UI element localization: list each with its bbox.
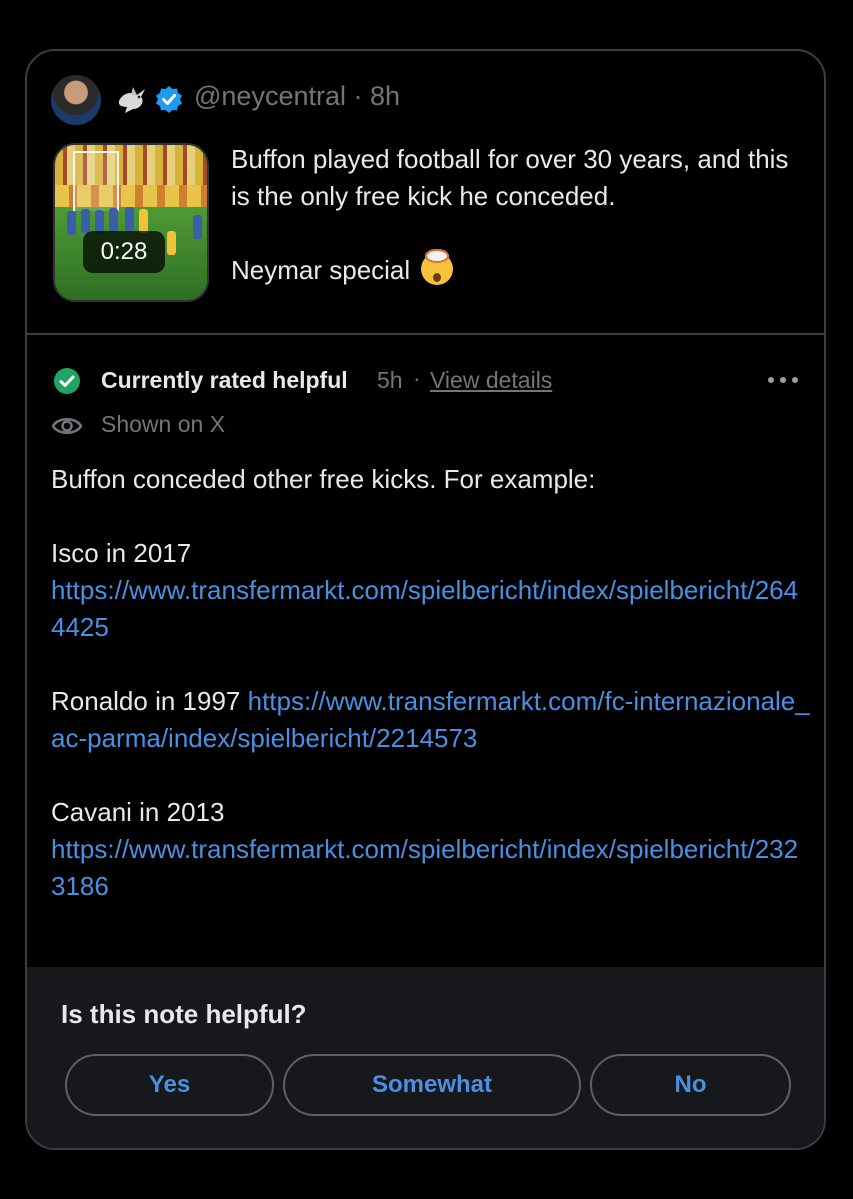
post-text: Buffon played football for over 30 years… (231, 141, 801, 289)
thumb-player (67, 211, 76, 235)
note-example: Ronaldo in 1997 https://www.transfermark… (51, 683, 811, 757)
post-meta: @neycentral · 8h (194, 81, 400, 112)
exploding-head-emoji-icon (421, 249, 454, 285)
yes-button[interactable]: Yes (65, 1054, 274, 1116)
post-time: 8h (370, 81, 401, 111)
example-link[interactable]: https://www.transfermarkt.com/spielberic… (51, 834, 798, 901)
quoted-post[interactable]: @neycentral · 8h 0:28 Buffon played foot… (27, 51, 824, 335)
somewhat-button[interactable]: Somewhat (283, 1054, 581, 1116)
thumb-goal (73, 151, 119, 211)
note-example: Isco in 2017 https://www.transfermarkt.c… (51, 535, 811, 646)
check-circle-icon (54, 368, 80, 394)
note-card: @neycentral · 8h 0:28 Buffon played foot… (25, 49, 826, 1150)
thumb-player (81, 209, 90, 233)
video-duration: 0:28 (83, 231, 165, 273)
view-details-link[interactable]: View details (430, 367, 552, 394)
post-text-line: Neymar special (231, 249, 801, 289)
shown-on-label: Shown on X (101, 411, 226, 437)
thumb-player (125, 207, 134, 231)
helpfulness-prompt: Is this note helpful? Yes Somewhat No (27, 967, 824, 1148)
dove-icon (118, 87, 145, 113)
verified-badge-icon (156, 86, 182, 113)
community-note: Currently rated helpful 5h · View detail… (27, 335, 824, 967)
thumb-player (139, 209, 148, 233)
post-text-line: Buffon played football for over 30 years… (231, 144, 789, 211)
video-thumbnail[interactable]: 0:28 (53, 143, 209, 302)
note-separator: · (413, 365, 421, 391)
example-link[interactable]: https://www.transfermarkt.com/spielberic… (51, 575, 798, 642)
avatar[interactable] (51, 75, 101, 125)
example-label: Cavani in 2013 (51, 797, 225, 827)
note-intro: Buffon conceded other free kicks. For ex… (51, 464, 596, 494)
example-label: Isco in 2017 (51, 538, 192, 568)
more-options-icon[interactable] (768, 373, 798, 387)
rating-status: Currently rated helpful (101, 367, 348, 393)
eye-icon (51, 418, 83, 434)
meta-separator: · (353, 81, 363, 111)
note-example: Cavani in 2013 https://www.transfermarkt… (51, 794, 811, 905)
handle[interactable]: @neycentral (194, 81, 346, 111)
no-button[interactable]: No (590, 1054, 791, 1116)
thumb-player (167, 231, 176, 255)
thumb-player (109, 208, 118, 232)
thumb-player (193, 215, 202, 239)
note-time: 5h (377, 367, 403, 393)
post-text-line2: Neymar special (231, 255, 411, 285)
helpfulness-question: Is this note helpful? (61, 999, 307, 1029)
example-label: Ronaldo in 1997 (51, 686, 241, 716)
note-body: Buffon conceded other free kicks. For ex… (51, 461, 811, 942)
